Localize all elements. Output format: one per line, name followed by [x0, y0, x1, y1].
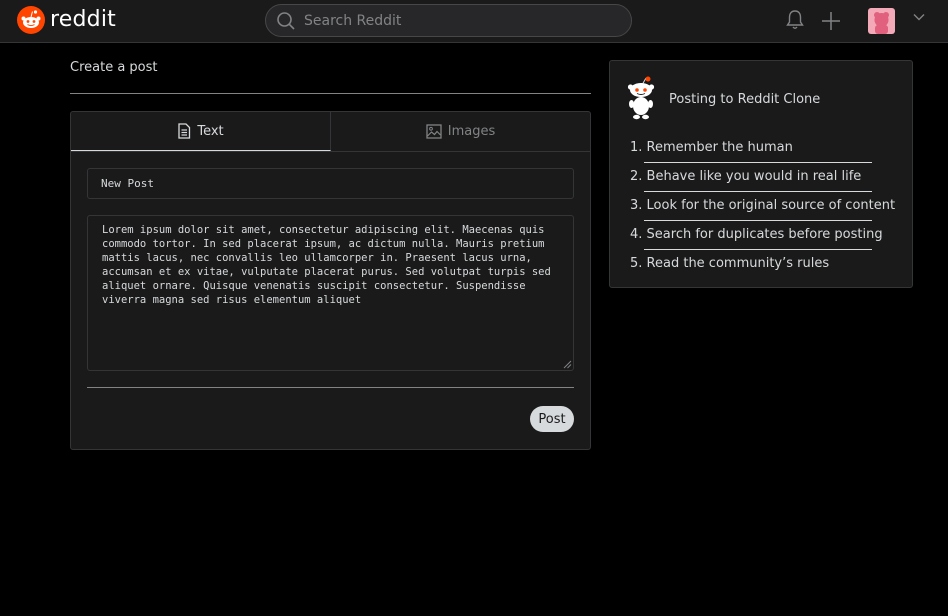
logo-text: reddit [50, 6, 116, 32]
post-body-textarea[interactable]: Lorem ipsum dolor sit amet, consectetur … [87, 215, 574, 371]
create-post-plus-icon[interactable] [821, 11, 841, 31]
rule-item: 4. Search for duplicates before posting [630, 221, 883, 250]
tab-text[interactable]: Text [71, 112, 331, 151]
notification-bell-icon[interactable] [785, 9, 805, 31]
snoo-mascot-icon [627, 76, 655, 120]
chevron-down-icon[interactable] [913, 13, 925, 21]
rules-list: 1. Remember the human 2. Behave like you… [630, 134, 895, 279]
rule-item: 1. Remember the human [630, 134, 872, 163]
search-bar[interactable] [265, 4, 632, 37]
rule-item: 5. Read the community’s rules [630, 256, 830, 271]
page-title: Create a post [70, 60, 158, 75]
sidebar-title: Posting to Reddit Clone [669, 92, 821, 107]
post-button[interactable]: Post [530, 406, 574, 432]
document-icon [178, 123, 191, 139]
post-title-input[interactable] [87, 168, 574, 199]
user-avatar[interactable] [868, 8, 895, 34]
tab-text-label: Text [197, 123, 224, 139]
image-icon [426, 124, 442, 139]
tab-images-label: Images [447, 124, 496, 139]
resize-handle-icon[interactable] [563, 360, 572, 369]
rule-item: 3. Look for the original source of conte… [630, 192, 895, 221]
rule-item: 2. Behave like you would in real life [630, 163, 872, 192]
avatar-snoo-icon [874, 12, 889, 34]
search-icon [277, 11, 295, 30]
tab-images[interactable]: Images [331, 112, 590, 151]
top-header: reddit [0, 0, 948, 43]
title-divider [70, 93, 591, 94]
posting-rules-card: Posting to Reddit Clone 1. Remember the … [609, 60, 913, 288]
post-editor: Text Images Lorem ipsum dolor sit amet, … [70, 111, 591, 450]
reddit-logo[interactable]: reddit [17, 6, 116, 34]
editor-divider [87, 387, 574, 388]
search-input[interactable] [304, 12, 604, 29]
reddit-snoo-icon [17, 6, 45, 34]
post-type-tabs: Text Images [71, 112, 590, 152]
